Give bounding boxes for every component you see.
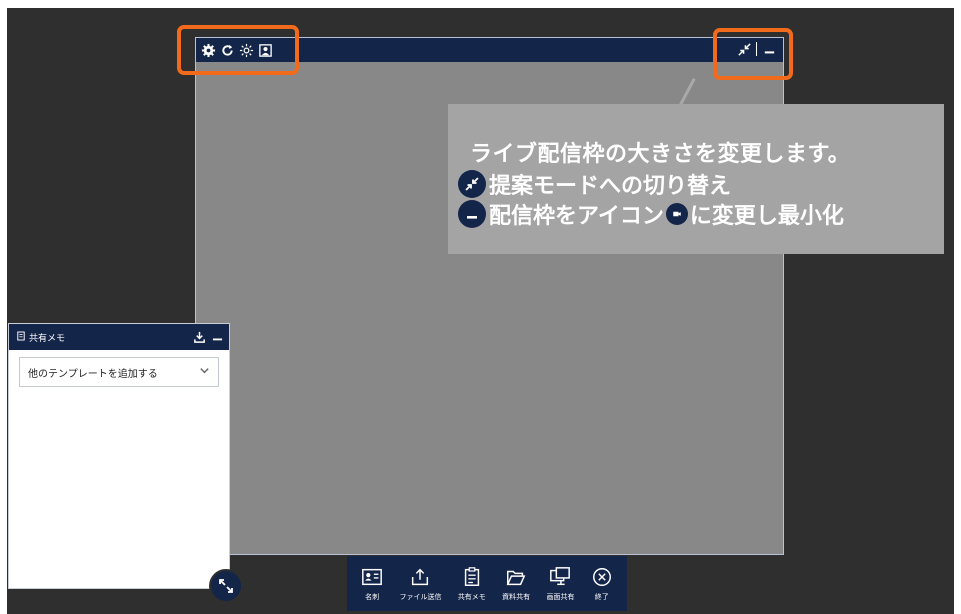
memo-header: 共有メモ xyxy=(9,324,229,350)
close-circle-icon xyxy=(592,567,611,586)
tooltip-line-2a: 配信枠をアイコン xyxy=(489,204,664,229)
toolbar-label: 資料共有 xyxy=(502,592,531,601)
toolbar-business-card[interactable]: 名刺 xyxy=(361,566,383,602)
business-card-icon xyxy=(362,568,383,585)
tooltip-row-minimize: 配信枠をアイコン に変更し最小化 xyxy=(458,198,844,230)
tooltip-row-proposal-mode: 提案モードへの切り替え xyxy=(458,168,731,200)
highlight-box-left xyxy=(177,25,299,75)
toolbar-shared-memo[interactable]: 共有メモ xyxy=(458,566,486,602)
toolbar-file-send[interactable]: ファイル送信 xyxy=(399,566,441,602)
document-share-icon xyxy=(506,570,526,585)
tooltip-line-2b: に変更し最小化 xyxy=(689,204,844,229)
explanation-tooltip: ライブ配信枠の大きさを変更します。 提案モードへの切り替え 配信枠をアイコン に… xyxy=(448,104,944,254)
expand-arrows-icon xyxy=(219,579,233,593)
file-upload-icon xyxy=(412,568,429,585)
toolbar-label: 共有メモ xyxy=(457,592,486,601)
chevron-down-icon xyxy=(199,365,210,379)
shrink-arrows-icon xyxy=(458,170,486,198)
memo-doc-icon xyxy=(17,331,25,344)
template-select[interactable]: 他のテンプレートを追加する xyxy=(19,357,219,387)
highlight-box-right xyxy=(713,28,793,80)
toolbar-label: ファイル送信 xyxy=(399,592,442,601)
memo-actions xyxy=(193,329,223,348)
minimize-icon xyxy=(458,200,486,228)
toolbar-document-share[interactable]: 資料共有 xyxy=(502,566,530,602)
screen-share-icon xyxy=(550,566,571,585)
memo-minimize-icon[interactable] xyxy=(212,329,223,348)
toolbar-label: 画面共有 xyxy=(546,592,575,601)
video-camera-icon xyxy=(665,203,688,225)
toolbar-screen-share[interactable]: 画面共有 xyxy=(546,566,574,602)
template-select-value: 他のテンプレートを追加する xyxy=(28,368,158,380)
toolbar-label: 終了 xyxy=(594,592,609,601)
memo-icon xyxy=(464,566,479,586)
memo-title: 共有メモ xyxy=(17,331,65,344)
memo-title-text: 共有メモ xyxy=(29,334,66,344)
expand-button[interactable] xyxy=(209,569,243,603)
tooltip-line-1: 提案モードへの切り替え xyxy=(489,174,732,199)
toolbar-label: 名刺 xyxy=(365,592,380,601)
shared-memo-panel: 共有メモ 他のテンプレートを追加する xyxy=(8,323,230,589)
bottom-toolbar: 名刺 ファイル送信 共有メモ 資料共有 画面共有 終了 xyxy=(347,556,627,611)
tooltip-title: ライブ配信枠の大きさを変更します。 xyxy=(470,142,851,167)
download-icon[interactable] xyxy=(193,329,206,348)
toolbar-end[interactable]: 終了 xyxy=(591,566,613,602)
